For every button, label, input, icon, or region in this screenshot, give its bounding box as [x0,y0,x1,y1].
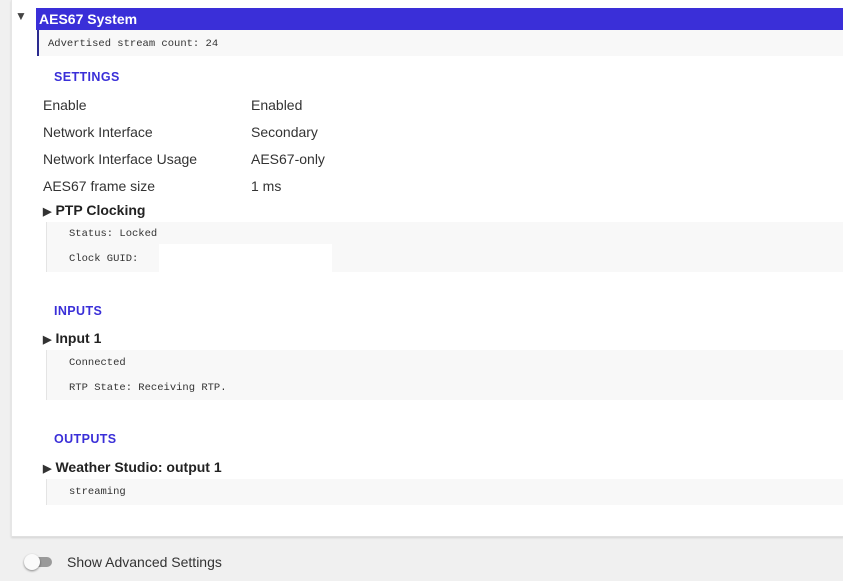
setting-label: Enable [43,97,87,113]
output-1-details: streaming [46,479,843,505]
ptp-clocking-details: Status: Locked Clock GUID: [46,222,843,272]
expand-triangle-icon: ▶ [43,463,52,475]
expand-triangle-icon: ▶ [43,334,52,346]
setting-value[interactable]: AES67-only [251,151,325,167]
input-1-rtp-state: RTP State: Receiving RTP. [69,382,227,394]
inputs-header: INPUTS [54,304,103,318]
clock-guid-label: Clock GUID: [69,253,139,265]
ptp-clocking-label: PTP Clocking [55,202,146,218]
aes67-system-panel: ▼ AES67 System Advertised stream count: … [11,0,843,537]
output-1-expander[interactable]: ▶ Weather Studio: output 1 [43,459,222,475]
output-1-label: Weather Studio: output 1 [55,459,222,475]
expand-triangle-icon: ▶ [43,206,52,218]
outputs-header: OUTPUTS [54,432,117,446]
ptp-clocking-expander[interactable]: ▶ PTP Clocking [43,202,145,218]
setting-label: Network Interface [43,124,153,140]
settings-header: SETTINGS [54,70,120,84]
input-1-details: Connected RTP State: Receiving RTP. [46,350,843,400]
setting-value[interactable]: Secondary [251,124,318,140]
advanced-settings-toggle[interactable] [24,554,56,570]
advertised-stream-count: Advertised stream count: 24 [37,30,843,56]
input-1-expander[interactable]: ▶ Input 1 [43,330,101,346]
setting-value[interactable]: Enabled [251,97,302,113]
collapse-triangle-icon[interactable]: ▼ [15,10,27,22]
output-1-status: streaming [69,486,126,498]
input-1-label: Input 1 [55,330,102,346]
setting-label: Network Interface Usage [43,151,198,167]
setting-value[interactable]: 1 ms [251,178,281,194]
setting-label: AES67 frame size [43,178,156,194]
advanced-settings-label: Show Advanced Settings [67,554,222,570]
input-1-status: Connected [69,357,126,369]
toggle-knob [24,554,40,570]
panel-title[interactable]: AES67 System [36,8,843,30]
clock-guid-value [159,244,332,272]
ptp-status: Status: Locked [69,228,158,240]
